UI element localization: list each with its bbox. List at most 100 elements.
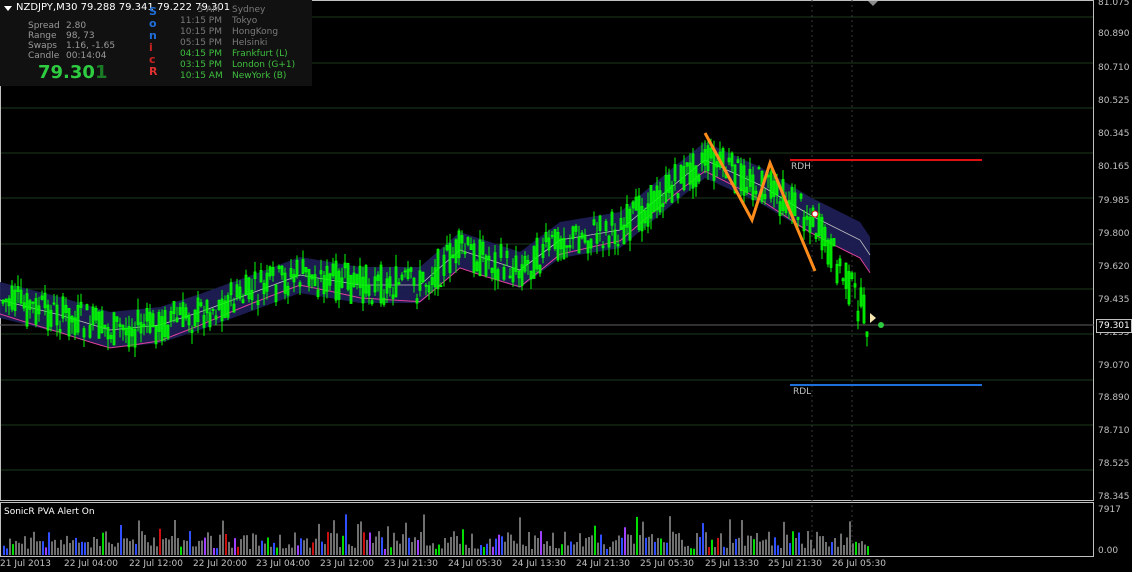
- price-axis-label: 80.525: [1098, 96, 1130, 106]
- volume-bar: [402, 534, 404, 555]
- volume-bar: [228, 541, 230, 555]
- volume-bar: [267, 537, 269, 555]
- volume-bar: [78, 542, 80, 555]
- volume-bar: [846, 537, 848, 555]
- volume-bar: [618, 535, 620, 555]
- volume-bar: [330, 533, 332, 555]
- volume-bar: [120, 525, 122, 555]
- volume-bar: [183, 540, 185, 555]
- volume-bar: [654, 541, 656, 555]
- volume-bar: [747, 535, 749, 555]
- volume-bar: [348, 544, 350, 555]
- volume-bar: [387, 526, 389, 555]
- volume-bar: [765, 539, 767, 555]
- volume-bar: [21, 543, 23, 555]
- time-axis-label: 23 Jul 21:30: [384, 559, 438, 569]
- volume-bar: [426, 545, 428, 555]
- volume-bar: [258, 545, 260, 555]
- dropdown-icon[interactable]: [4, 6, 12, 11]
- volume-bar: [483, 546, 485, 555]
- stat-value: 2.80: [66, 21, 87, 31]
- volume-bar: [168, 539, 170, 555]
- volume-bar: [702, 523, 704, 555]
- volume-bar: [453, 531, 455, 555]
- volume-bar: [438, 544, 440, 555]
- volume-bar: [537, 538, 539, 555]
- volume-bar: [90, 547, 92, 555]
- volume-bar: [195, 546, 197, 555]
- volume-bar: [219, 534, 221, 555]
- volume-bar: [564, 531, 566, 555]
- volume-bar: [843, 544, 845, 555]
- volume-bar: [177, 538, 179, 555]
- volume-bar: [345, 514, 347, 555]
- price-axis-label: 79.620: [1098, 262, 1130, 272]
- volume-bar: [750, 535, 752, 555]
- volume-bar: [243, 535, 245, 555]
- volume-bar: [642, 521, 644, 555]
- volume-bar: [111, 544, 113, 555]
- time-axis-label: 23 Jul 12:00: [320, 559, 374, 569]
- volume-bar: [420, 531, 422, 555]
- stat-label: Candle: [28, 51, 60, 61]
- volume-bar: [498, 534, 500, 555]
- volume-bar: [135, 543, 137, 555]
- time-axis-label: 25 Jul 21:30: [768, 559, 822, 569]
- volume-bar: [384, 548, 386, 555]
- volume-bar: [390, 547, 392, 555]
- volume-bar: [72, 540, 74, 555]
- volume-bar: [204, 537, 206, 555]
- volume-bar: [594, 525, 596, 555]
- session-time: 5 AM: [197, 5, 220, 15]
- volume-bar: [372, 542, 374, 555]
- volume-bar: [591, 535, 593, 555]
- volume-bar: [615, 540, 617, 555]
- time-axis-label: 24 Jul 21:30: [576, 559, 630, 569]
- volume-bar: [6, 548, 8, 555]
- volume-bar: [342, 535, 344, 555]
- time-axis-label: 25 Jul 05:30: [640, 559, 694, 569]
- volume-bar: [408, 537, 410, 555]
- volume-bar: [417, 539, 419, 555]
- volume-bar: [450, 536, 452, 555]
- volume-bar: [855, 541, 857, 555]
- volume-bar: [648, 536, 650, 555]
- price-axis-label: 80.165: [1098, 162, 1130, 172]
- volume-bar: [639, 535, 641, 555]
- volume-bar: [486, 543, 488, 555]
- volume-bar: [720, 533, 722, 555]
- volume-bar: [294, 532, 296, 555]
- volume-bar: [687, 545, 689, 555]
- volume-bar: [732, 542, 734, 555]
- price-axis-label: 78.710: [1098, 426, 1130, 436]
- volume-bar: [729, 519, 731, 555]
- volume-bar: [54, 539, 56, 555]
- rdh-label: RDH: [791, 162, 811, 172]
- volume-bar: [138, 520, 140, 555]
- price-axis-label: 78.890: [1098, 393, 1130, 403]
- volume-bar: [726, 547, 728, 555]
- volume-bar: [153, 537, 155, 555]
- volume-bar: [210, 535, 212, 555]
- volume-bar: [762, 540, 764, 555]
- sonic-letter: R: [149, 65, 158, 78]
- volume-bar: [459, 543, 461, 555]
- volume-bar: [858, 543, 860, 555]
- price-axis-label: 79.070: [1098, 361, 1130, 371]
- volume-bar: [357, 524, 359, 555]
- volume-bar: [549, 545, 551, 555]
- volume-bar: [144, 534, 146, 555]
- volume-bar: [261, 540, 263, 555]
- volume-bar: [57, 547, 59, 555]
- volume-bar: [693, 548, 695, 555]
- volume-bar: [525, 546, 527, 555]
- volume-bar: [660, 538, 662, 555]
- volume-bar: [603, 544, 605, 555]
- volume-bar: [792, 531, 794, 555]
- volume-bar: [327, 531, 329, 555]
- volume-bar: [99, 546, 101, 555]
- session-city: Tokyo: [232, 16, 258, 26]
- stat-label: Spread: [28, 21, 60, 31]
- volume-bar: [333, 520, 335, 555]
- volume-bar: [240, 539, 242, 555]
